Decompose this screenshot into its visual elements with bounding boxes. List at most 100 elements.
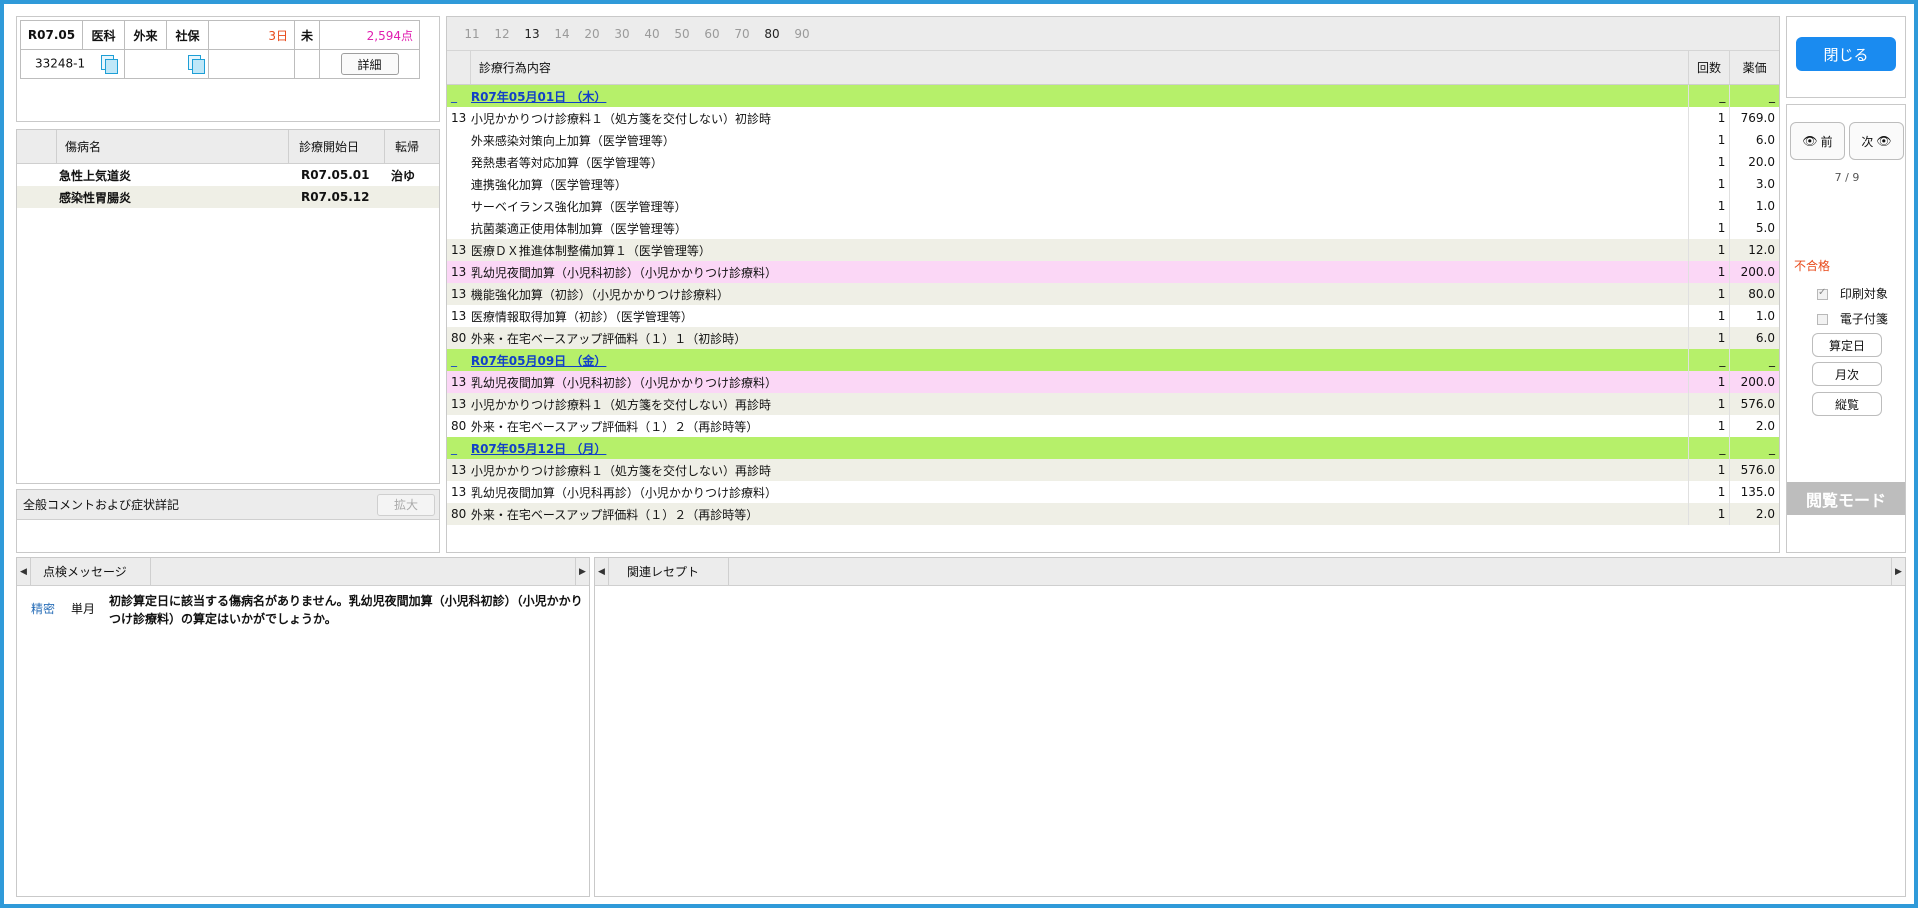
e-note-checkbox[interactable] [1817, 314, 1828, 325]
scroll-right-arrow-icon[interactable]: ▶ [1891, 558, 1905, 585]
copy-document-icon[interactable] [100, 55, 118, 74]
row-count: 1 [1687, 195, 1730, 217]
monthly-button[interactable]: 月次 [1812, 362, 1882, 386]
scroll-left-arrow-icon[interactable]: ◀ [595, 558, 609, 585]
treatment-row[interactable]: 13 医療情報取得加算（初診）（医学管理等） 1 1.0 [447, 305, 1779, 327]
treatment-row[interactable]: 抗菌薬適正使用体制加算（医学管理等） 1 5.0 [447, 217, 1779, 239]
category-tab[interactable]: 20 [577, 27, 607, 41]
category-filter-bar: 11 12 13 14 20 30 40 50 60 70 80 90 [447, 17, 1779, 51]
category-tab[interactable]: 90 [787, 27, 817, 41]
row-count: 1 [1687, 107, 1730, 129]
treatment-row[interactable]: 連携強化加算（医学管理等） 1 3.0 [447, 173, 1779, 195]
row-count: 1 [1687, 217, 1730, 239]
tab-check-messages[interactable]: 点検メッセージ [31, 558, 151, 585]
close-area: 閉じる [1786, 16, 1906, 98]
treatment-row[interactable]: 13 小児かかりつけ診療料１（処方箋を交付しない）初診時 1 769.0 [447, 107, 1779, 129]
category-tab[interactable]: 80 [757, 27, 787, 41]
service-date-link[interactable]: R07年05月01日 （木） [471, 90, 607, 104]
treatment-name: 発熱患者等対応加算（医学管理等） [470, 155, 663, 170]
treatment-name: 連携強化加算（医学管理等） [470, 177, 627, 192]
print-target-option[interactable]: 印刷対象 [1817, 285, 1888, 302]
claim-status: 未 [293, 20, 321, 50]
detail-table-header: 診療行為内容 回数 薬価 [447, 51, 1779, 85]
visit-days: 3日 [208, 20, 295, 50]
date-header-row[interactable]: _ R07年05月12日 （月） _ _ [447, 437, 1779, 459]
e-note-option[interactable]: 電子付箋 [1817, 310, 1888, 327]
treatment-row[interactable]: 13 乳幼児夜間加算（小児科再診）（小児かかりつけ診療料） 1 135.0 [447, 481, 1779, 503]
treatment-name: 乳幼児夜間加算（小児科再診）（小児かかりつけ診療料） [470, 485, 777, 500]
category-tab[interactable]: 11 [457, 27, 487, 41]
eye-icon: 👁 [1802, 134, 1818, 148]
treatment-row[interactable]: 13 乳幼児夜間加算（小児科初診）（小児かかりつけ診療料） 1 200.0 [447, 261, 1779, 283]
category-tab[interactable]: 40 [637, 27, 667, 41]
row-code: 13 [451, 265, 467, 279]
row-code-link[interactable]: _ [451, 353, 457, 367]
disease-row[interactable]: 感染性胃腸炎 R07.05.12 [17, 186, 439, 208]
prev-button[interactable]: 👁 前 [1790, 122, 1845, 160]
category-tab[interactable]: 50 [667, 27, 697, 41]
column-price: 薬価 [1729, 51, 1779, 84]
row-code: 13 [451, 463, 467, 477]
category-tab[interactable]: 70 [727, 27, 757, 41]
calc-day-button[interactable]: 算定日 [1812, 333, 1882, 357]
next-button[interactable]: 次 👁 [1849, 122, 1904, 160]
row-code: 13 [451, 309, 467, 323]
row-price: 20.0 [1729, 151, 1779, 173]
category-tab[interactable]: 13 [517, 27, 547, 41]
treatment-row[interactable]: 発熱患者等対応加算（医学管理等） 1 20.0 [447, 151, 1779, 173]
empty-cell [293, 49, 321, 79]
treatment-name: 抗菌薬適正使用体制加算（医学管理等） [470, 221, 687, 236]
tab-related-receipts[interactable]: 関連レセプト [609, 558, 729, 585]
row-count: _ [1687, 85, 1730, 107]
row-code-link[interactable]: _ [451, 89, 457, 103]
category-tab[interactable]: 14 [547, 27, 577, 41]
print-target-label: 印刷対象 [1839, 287, 1888, 301]
view-mode-badge: 閲覧モード [1787, 482, 1905, 515]
treatment-row[interactable]: 13 機能強化加算（初診）（小児かかりつけ診療料） 1 80.0 [447, 283, 1779, 305]
overview-button[interactable]: 縦覧 [1812, 392, 1882, 416]
treatment-row[interactable]: 外来感染対策向上加算（医学管理等） 1 6.0 [447, 129, 1779, 151]
empty-cell [208, 49, 295, 79]
treatment-row[interactable]: 13 乳幼児夜間加算（小児科初診）（小児かかりつけ診療料） 1 200.0 [447, 371, 1779, 393]
row-price: 3.0 [1729, 173, 1779, 195]
service-date-link[interactable]: R07年05月09日 （金） [471, 354, 607, 368]
message-item[interactable]: 精密 単月 初診算定日に該当する傷病名がありません。乳幼児夜間加算（小児科初診）… [17, 586, 589, 628]
treatment-row[interactable]: 13 小児かかりつけ診療料１（処方箋を交付しない）再診時 1 576.0 [447, 459, 1779, 481]
date-header-row[interactable]: _ R07年05月09日 （金） _ _ [447, 349, 1779, 371]
treatment-row[interactable]: 80 外来・在宅ベースアップ評価料（１）２（再診時等） 1 2.0 [447, 503, 1779, 525]
row-price: 769.0 [1729, 107, 1779, 129]
disease-row[interactable]: 急性上気道炎 R07.05.01 治ゆ [17, 164, 439, 186]
column-disease-name[interactable]: 傷病名 [57, 130, 289, 163]
category-tab[interactable]: 30 [607, 27, 637, 41]
date-header-row[interactable]: _ R07年05月01日 （木） _ _ [447, 85, 1779, 107]
print-target-checkbox[interactable] [1817, 287, 1828, 300]
service-date: R07年05月09日 （金） [471, 352, 1688, 369]
copy-document-icon[interactable] [188, 55, 205, 74]
scroll-right-arrow-icon[interactable]: ▶ [575, 558, 589, 585]
row-price: 576.0 [1729, 459, 1779, 481]
treatment-row[interactable]: 13 医療ＤＸ推進体制整備加算１（医学管理等） 1 12.0 [447, 239, 1779, 261]
prev-label: 前 [1820, 134, 1833, 149]
row-price: 1.0 [1729, 195, 1779, 217]
disease-start-date: R07.05.01 [301, 168, 370, 182]
patient-id: 33248-1 [35, 56, 86, 71]
category-tab[interactable]: 12 [487, 27, 517, 41]
row-code-link[interactable]: _ [451, 441, 457, 455]
general-comment-field[interactable] [17, 520, 439, 550]
treatment-row[interactable]: 13 小児かかりつけ診療料１（処方箋を交付しない）再診時 1 576.0 [447, 393, 1779, 415]
code-column [447, 51, 471, 84]
treatment-row[interactable]: 80 外来・在宅ベースアップ評価料（１）２（再診時等） 1 2.0 [447, 415, 1779, 437]
category-tab[interactable]: 60 [697, 27, 727, 41]
close-button[interactable]: 閉じる [1796, 37, 1896, 71]
treatment-row[interactable]: 80 外来・在宅ベースアップ評価料（１）１（初診時） 1 6.0 [447, 327, 1779, 349]
scroll-left-arrow-icon[interactable]: ◀ [17, 558, 31, 585]
expand-button[interactable]: 拡大 [377, 493, 435, 516]
service-date-link[interactable]: R07年05月12日 （月） [471, 442, 607, 456]
row-code: 13 [451, 111, 467, 125]
next-label: 次 [1861, 134, 1874, 149]
detail-button[interactable]: 詳細 [340, 53, 399, 75]
row-count: 1 [1687, 129, 1730, 151]
column-outcome[interactable]: 転帰 [385, 130, 439, 163]
treatment-row[interactable]: サーベイランス強化加算（医学管理等） 1 1.0 [447, 195, 1779, 217]
column-start-date[interactable]: 診療開始日 [289, 130, 385, 163]
